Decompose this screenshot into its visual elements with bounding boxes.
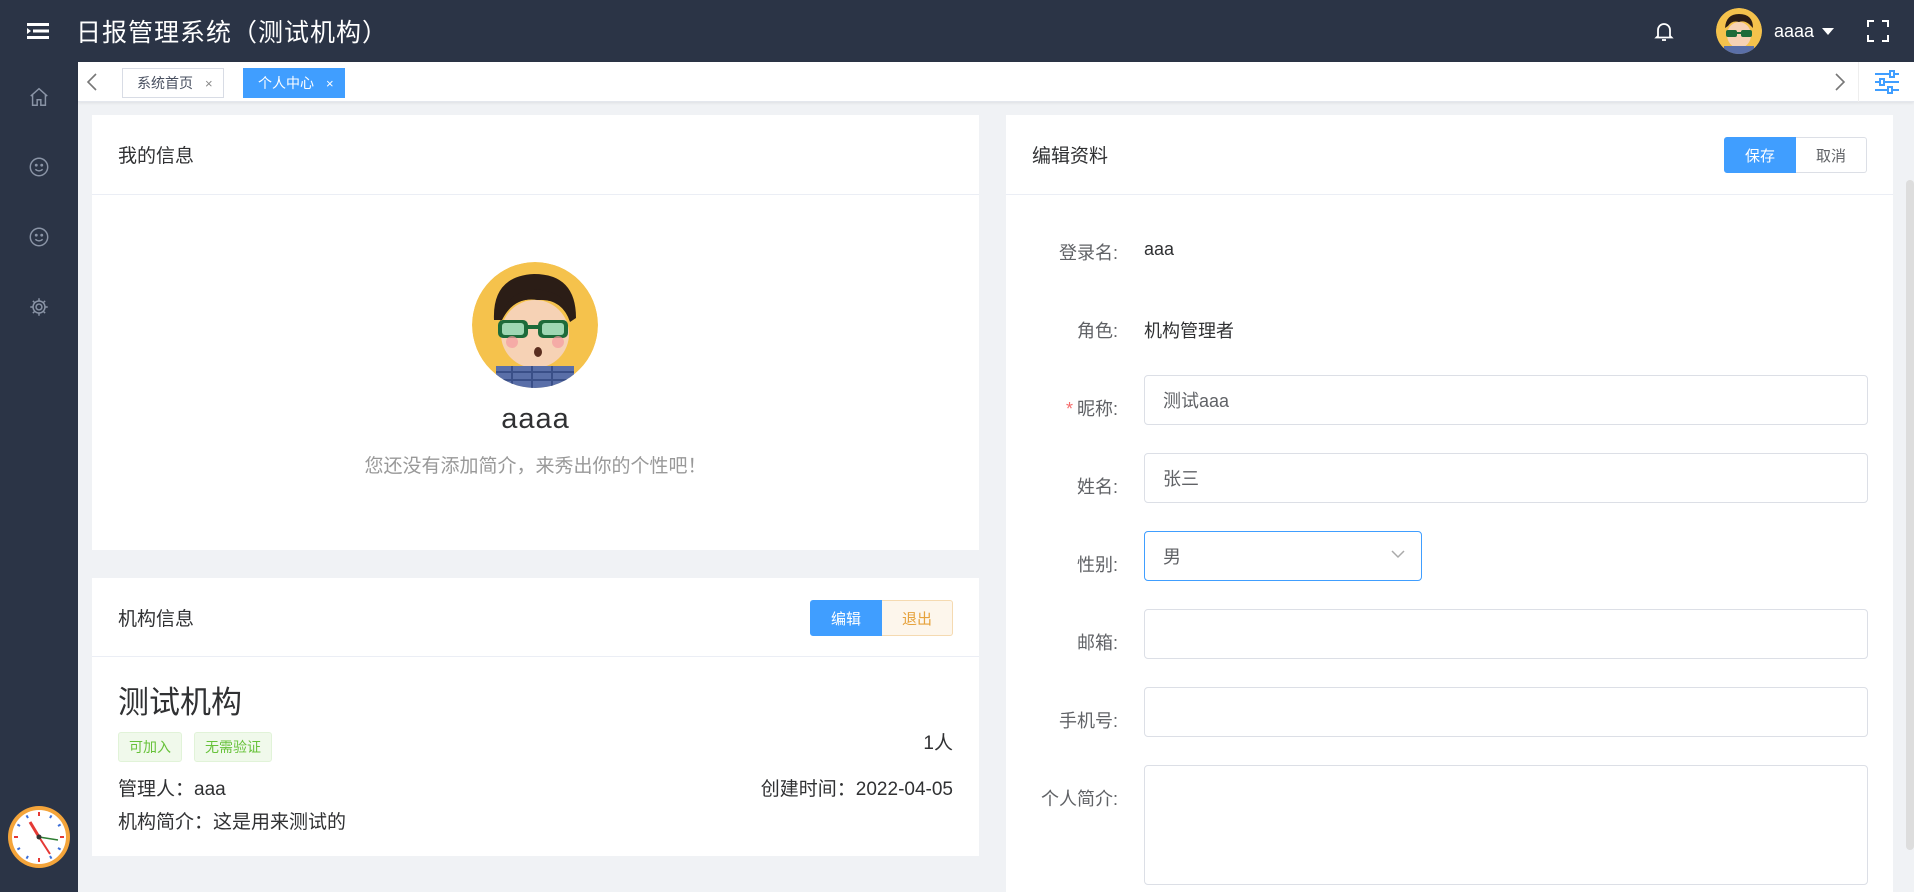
login-label: 登录名: [1058, 243, 1118, 263]
sidebar-item-smile-1[interactable] [0, 132, 78, 202]
sidebar-item-settings[interactable] [0, 272, 78, 342]
fullscreen-icon [1867, 20, 1889, 42]
org-created: 创建时间：2022-04-05 [760, 779, 953, 800]
fullscreen-button[interactable] [1858, 11, 1898, 51]
tab-label: 个人中心 [258, 75, 314, 91]
gender-label: 性别: [1076, 555, 1118, 575]
card-title: 机构信息 [118, 608, 195, 630]
smile-icon [29, 227, 49, 247]
tab-settings-button[interactable] [1858, 62, 1914, 102]
form-row-bio: 个人简介: [1006, 761, 1893, 885]
caret-down-icon [1822, 27, 1834, 35]
email-input[interactable] [1144, 609, 1868, 659]
tag-no-verify: 无需验证 [194, 732, 272, 762]
page-scrollbar[interactable] [1906, 180, 1914, 850]
tag-joinable: 可加入 [118, 732, 182, 762]
cancel-button[interactable]: 取消 [1795, 137, 1867, 173]
member-count: 1人 [923, 733, 953, 754]
phone-input[interactable] [1144, 687, 1868, 737]
tab-label: 系统首页 [137, 75, 193, 91]
org-tags: 可加入 无需验证 [118, 732, 953, 762]
tab-home[interactable]: 系统首页 × [122, 68, 224, 98]
login-value: aaa [1144, 239, 1175, 259]
sliders-icon [1874, 70, 1899, 94]
form-row-phone: 手机号: [1006, 683, 1893, 761]
save-button[interactable]: 保存 [1723, 137, 1796, 173]
profile-intro: 您还没有添加简介，来秀出你的个性吧！ [364, 456, 707, 477]
clock-icon [8, 806, 70, 868]
top-header: 日报管理系统（测试机构） aaaa [0, 0, 1914, 62]
user-name: aaaa [1773, 20, 1814, 41]
org-button-group: 编辑 退出 [809, 600, 953, 636]
home-icon [30, 87, 48, 106]
bio-textarea[interactable] [1144, 765, 1868, 885]
close-icon[interactable]: × [326, 76, 334, 91]
required-mark: * [1065, 399, 1073, 419]
realname-input[interactable]: 张三 [1144, 453, 1868, 503]
org-info-card: 机构信息 编辑 退出 测试机构 可加入 无需验证 1人 管理人：aaa 创建时间… [92, 578, 979, 856]
edit-org-button[interactable]: 编辑 [809, 600, 882, 636]
edit-form: 登录名: aaa 角色: 机构管理者 * 昵称: 测试aaa 姓名: 张三 性别:… [1006, 195, 1893, 885]
bio-label: 个人简介: [1040, 789, 1118, 809]
profile-avatar[interactable] [472, 262, 598, 388]
tabs-scroll-right-button[interactable] [1826, 62, 1854, 102]
app-title: 日报管理系统（测试机构） [76, 19, 389, 47]
nickname-input[interactable]: 测试aaa [1144, 375, 1868, 425]
card-header: 编辑资料 保存 取消 [1006, 115, 1893, 195]
my-info-card: 我的信息 aaaa 您还没有添加简介，来秀出你的个性吧！ [92, 115, 979, 550]
gender-value: 男 [1163, 547, 1181, 567]
org-intro: 机构简介：这是用来测试的 [118, 812, 347, 833]
profile-body: aaaa 您还没有添加简介，来秀出你的个性吧！ [92, 195, 979, 555]
card-title: 编辑资料 [1032, 146, 1109, 167]
menu-toggle-button[interactable] [0, 0, 76, 62]
tabs-bar: 系统首页 × 个人中心 × [78, 62, 1914, 102]
tab-personal-center[interactable]: 个人中心 × [243, 68, 345, 98]
user-menu[interactable]: aaaa [1715, 8, 1834, 54]
org-meta-row: 管理人：aaa 创建时间：2022-04-05 [118, 774, 953, 801]
tabs-scroll-left-button[interactable] [78, 62, 106, 102]
card-title: 我的信息 [92, 115, 979, 195]
nickname-label-text: 昵称: [1076, 399, 1118, 419]
bell-icon [1654, 23, 1674, 41]
chevron-right-icon [1835, 73, 1846, 91]
sidebar-item-smile-2[interactable] [0, 202, 78, 272]
form-row-realname: 姓名: 张三 [1006, 449, 1893, 527]
form-row-role: 角色: 机构管理者 [1006, 293, 1893, 371]
edit-profile-card: 编辑资料 保存 取消 登录名: aaa 角色: 机构管理者 * 昵称: 测试aaa… [1006, 115, 1893, 892]
role-value: 机构管理者 [1144, 321, 1234, 341]
notification-button[interactable] [1644, 11, 1684, 51]
chevron-down-icon [1391, 550, 1405, 559]
close-icon[interactable]: × [205, 76, 213, 91]
realname-label: 姓名: [1076, 477, 1118, 497]
sidebar-item-home[interactable] [0, 62, 78, 132]
card-header: 机构信息 编辑 退出 [92, 578, 979, 657]
gender-select[interactable]: 男 [1144, 531, 1422, 581]
nickname-label: * 昵称: [1006, 395, 1118, 421]
gear-icon [30, 298, 48, 316]
form-row-email: 邮箱: [1006, 605, 1893, 683]
role-label: 角色: [1076, 321, 1118, 341]
form-row-nickname: * 昵称: 测试aaa [1006, 371, 1893, 449]
org-body: 测试机构 可加入 无需验证 1人 管理人：aaa 创建时间：2022-04-05… [92, 657, 979, 855]
org-name: 测试机构 [118, 685, 242, 720]
form-row-login: 登录名: aaa [1006, 215, 1893, 293]
sidebar [0, 62, 78, 892]
clock-widget [6, 804, 72, 870]
org-manager: 管理人：aaa [118, 779, 226, 800]
edit-button-group: 保存 取消 [1723, 137, 1867, 173]
exit-org-button[interactable]: 退出 [881, 600, 953, 636]
hamburger-icon [27, 23, 49, 39]
form-row-gender: 性别: 男 [1006, 527, 1893, 605]
header-right: aaaa [1644, 0, 1914, 62]
smile-icon [29, 157, 49, 177]
profile-name: aaaa [501, 403, 570, 435]
email-label: 邮箱: [1076, 633, 1118, 653]
user-avatar [1715, 8, 1762, 54]
chevron-left-icon [86, 73, 97, 91]
phone-label: 手机号: [1058, 711, 1118, 731]
